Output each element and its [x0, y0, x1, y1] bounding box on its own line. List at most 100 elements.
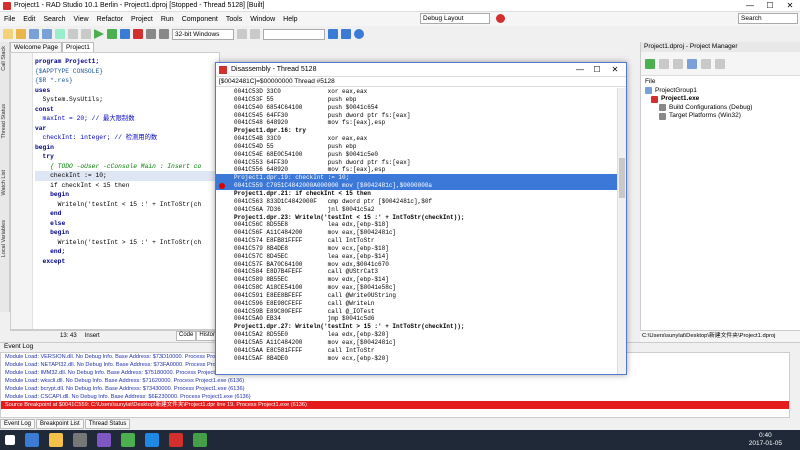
instruction-row[interactable]: 0041C56A 7D36 jnl $0041c5a2: [216, 206, 618, 214]
instruction-row[interactable]: 0041C579 8B4DE8 mov ecx,[ebp-$18]: [216, 245, 618, 253]
save-all-icon[interactable]: [42, 29, 52, 39]
code-line[interactable]: {$R *.res}: [35, 76, 218, 86]
code-line[interactable]: end: [35, 209, 218, 219]
remove-file-icon[interactable]: [81, 29, 91, 39]
code-line[interactable]: const: [35, 105, 218, 115]
sync-icon[interactable]: [687, 58, 697, 69]
instruction-row[interactable]: 0041C54B 33C0 xor eax,eax: [216, 135, 618, 143]
menu-tools[interactable]: Tools: [226, 16, 242, 23]
instruction-row[interactable]: 0041C596 E8E98CFEFF call @WriteLn: [216, 300, 618, 308]
instruction-row[interactable]: 0041C58C A18CE54100 mov eax,[$0041e58c]: [216, 284, 618, 292]
instruction-row[interactable]: 0041C54D 55 push ebp: [216, 143, 618, 151]
code-line[interactable]: {$APPTYPE CONSOLE}: [35, 67, 218, 77]
code-line[interactable]: else: [35, 219, 218, 229]
code-line[interactable]: begin: [35, 190, 218, 200]
code-line[interactable]: try: [35, 152, 218, 162]
instruction-row[interactable]: 0041C574 E8FB81FFFF call IntToStr: [216, 237, 618, 245]
new-file-icon[interactable]: [3, 29, 13, 39]
source-line-row[interactable]: Project1.dpr.23: Writeln('testInt < 15 :…: [216, 214, 618, 222]
instruction-row[interactable]: 0041C591 E8EE8BFEFF call @Write0UString: [216, 292, 618, 300]
save-icon[interactable]: [29, 29, 39, 39]
back-arrow-icon[interactable]: [328, 29, 338, 39]
visual-studio-icon[interactable]: [97, 433, 111, 447]
code-line[interactable]: checkInt := 10;: [35, 171, 218, 181]
menu-project[interactable]: Project: [131, 16, 153, 23]
code-editor[interactable]: program Project1; {$APPTYPE CONSOLE} {$R *…: [10, 52, 220, 330]
run-without-debug-icon[interactable]: [107, 29, 117, 39]
tab-event-log[interactable]: Event Log: [0, 419, 36, 429]
code-line[interactable]: if checkInt < 15 then: [35, 181, 218, 191]
disassembly-maximize-button[interactable]: ☐: [589, 63, 605, 77]
run-icon[interactable]: [94, 29, 104, 39]
tab-welcome-page[interactable]: Welcome Page: [10, 42, 62, 52]
disassembly-minimize-button[interactable]: —: [572, 63, 588, 77]
minimize-button[interactable]: —: [740, 0, 760, 12]
code-line[interactable]: uses: [35, 86, 218, 96]
menu-search[interactable]: Search: [43, 16, 65, 23]
instruction-row[interactable]: 0041C53F 55 push ebp: [216, 96, 618, 104]
rad-studio-taskbar-icon[interactable]: [169, 433, 183, 447]
disassembly-close-button[interactable]: ✕: [607, 63, 623, 77]
add-file-icon[interactable]: [68, 29, 78, 39]
instruction-row[interactable]: 0041C540 6854C64100 push $0041c654: [216, 104, 618, 112]
help-icon[interactable]: [354, 29, 364, 39]
code-line[interactable]: Writeln('testInt < 15 :' + IntToStr(ch: [35, 200, 218, 210]
layout-select[interactable]: Debug Layout: [420, 13, 490, 24]
instruction-row[interactable]: 0041C56C 8D55E8 lea edx,[ebp-$18]: [216, 221, 618, 229]
instruction-row[interactable]: 0041C57F BA70C64100 mov edx,$0041c670: [216, 261, 618, 269]
instruction-row[interactable]: 0041C54E 68E0C54100 push $0041c5e0: [216, 151, 618, 159]
side-tab-thread-status[interactable]: Thread Status: [1, 104, 7, 139]
code-line[interactable]: maxInt = 20; // 最大限制数: [35, 114, 218, 124]
code-line[interactable]: checkInt: integer; // 检测用的数: [35, 133, 218, 143]
build-icon[interactable]: [237, 29, 247, 39]
source-line-row[interactable]: Project1.dpr.27: Writeln('testInt > 15 :…: [216, 323, 618, 331]
instruction-row[interactable]: 0041C5A5 A11C484200 mov eax,[$0042481c]: [216, 339, 618, 347]
edge-icon[interactable]: [25, 433, 39, 447]
menu-view[interactable]: View: [74, 16, 89, 23]
code-line[interactable]: begin: [35, 228, 218, 238]
taskbar-clock[interactable]: 0:40 2017-01-05: [749, 432, 782, 448]
instruction-row[interactable]: 0041C5A0 EB34 jmp $0041c5d6: [216, 315, 618, 323]
activate-icon[interactable]: [645, 58, 655, 69]
side-tab-watch-list[interactable]: Watch List: [1, 170, 7, 195]
tree-target-platforms[interactable]: Target Platforms (Win32): [645, 112, 796, 121]
instruction-row[interactable]: 0041C553 64FF30 push dword ptr fs:[eax]: [216, 159, 618, 167]
menu-edit[interactable]: Edit: [23, 16, 35, 23]
source-line-row[interactable]: Project1.dpr.19: checkInt := 10;: [216, 174, 618, 183]
menu-component[interactable]: Component: [182, 16, 218, 23]
file-explorer-icon[interactable]: [49, 433, 63, 447]
code-line[interactable]: var: [35, 124, 218, 134]
menu-window[interactable]: Window: [250, 16, 275, 23]
instruction-row[interactable]: 0041C559 C7051C4842000A000000 mov [$0042…: [216, 182, 618, 190]
instruction-row[interactable]: 0041C53D 33C0 xor eax,eax: [216, 88, 618, 96]
instruction-row[interactable]: 0041C56F A11C484200 mov eax,[$0042481c]: [216, 229, 618, 237]
close-button[interactable]: ✕: [780, 0, 800, 12]
code-line[interactable]: begin: [35, 143, 218, 153]
add-icon[interactable]: [659, 58, 669, 69]
menu-run[interactable]: Run: [161, 16, 174, 23]
menu-help[interactable]: Help: [283, 16, 297, 23]
code-line[interactable]: System.SysUtils;: [35, 95, 218, 105]
pause-icon[interactable]: [120, 29, 130, 39]
maximize-button[interactable]: ☐: [760, 0, 780, 12]
tab-breakpoint-list[interactable]: Breakpoint List: [36, 419, 84, 429]
expand-icon[interactable]: [701, 58, 711, 69]
stop-icon[interactable]: [133, 29, 143, 39]
instruction-row[interactable]: 0041C57C 8D45EC lea eax,[ebp-$14]: [216, 253, 618, 261]
source-code[interactable]: program Project1; {$APPTYPE CONSOLE} {$R *…: [35, 57, 218, 266]
code-line[interactable]: end;: [35, 247, 218, 257]
app-icon[interactable]: [121, 433, 135, 447]
instruction-row[interactable]: 0041C59B E89C80FEFF call @_IOTest: [216, 308, 618, 316]
menu-file[interactable]: File: [4, 16, 15, 23]
app-icon-3[interactable]: [193, 433, 207, 447]
delete-layout-icon[interactable]: [496, 14, 505, 23]
app-icon-2[interactable]: [145, 433, 159, 447]
disassembly-window[interactable]: Disassembly - Thread 5128 — ☐ ✕ [$004248…: [215, 62, 627, 375]
instruction-row[interactable]: 0041C563 833D1C4842000F cmp dword ptr [$…: [216, 198, 618, 206]
code-line[interactable]: Writeln('testInt > 15 :' + IntToStr(ch: [35, 238, 218, 248]
instruction-row[interactable]: 0041C5A2 8D55E0 lea edx,[ebp-$20]: [216, 331, 618, 339]
trace-into-icon[interactable]: [159, 29, 169, 39]
breakpoint-icon[interactable]: [219, 183, 225, 190]
code-line[interactable]: except: [35, 257, 218, 267]
configuration-select[interactable]: [263, 28, 325, 40]
